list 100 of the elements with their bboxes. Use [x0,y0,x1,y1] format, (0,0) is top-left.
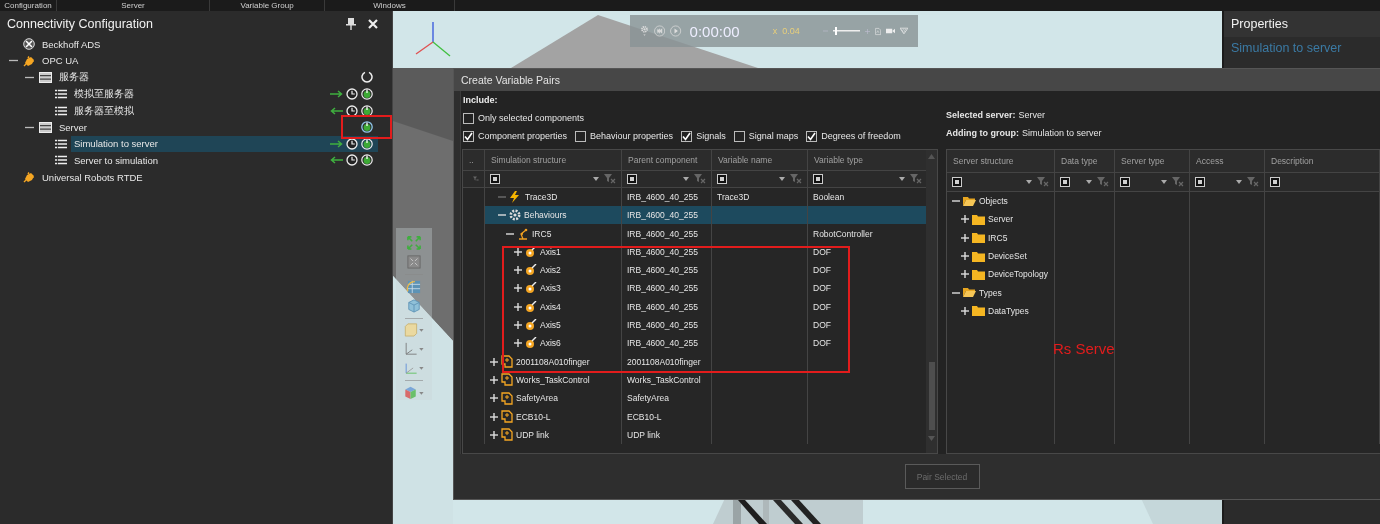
tree-item[interactable]: Simulation to server [71,135,378,152]
expand-icon[interactable] [489,375,498,384]
column-header[interactable]: Server type [1115,150,1190,172]
panel-title: Connectivity Configuration [7,16,154,31]
clear-filter-icon[interactable] [1247,177,1259,187]
caret-icon[interactable] [1026,180,1032,184]
column-header[interactable]: Parent component [622,150,712,170]
expand-icon[interactable] [489,430,498,439]
caret-icon[interactable] [1236,180,1242,184]
clear-filter-icon[interactable] [790,173,802,184]
expand-icon[interactable] [513,321,522,330]
clear-filter-icon[interactable] [1037,177,1049,187]
checkbox[interactable] [806,130,818,142]
table-row[interactable]: Axis4 IRB_4600_40_255 DOF [463,297,926,316]
tools-icon [23,38,35,51]
tree-item[interactable]: 服务器至模拟 [71,102,378,119]
expand-icon[interactable] [960,233,969,242]
tree-item[interactable]: OPC UA [39,52,378,69]
table-row[interactable]: Axis6 IRB_4600_40_255 DOF [463,334,926,353]
column-header[interactable]: .. [463,150,485,170]
joint-icon [525,337,537,350]
tree-item[interactable]: 服务器 [56,69,378,86]
table-cell: SafetyArea [627,393,670,404]
expand-icon[interactable] [513,247,522,256]
expand-icon[interactable] [513,284,522,293]
caret-icon[interactable] [1086,180,1092,184]
clear-filter-icon[interactable] [910,173,922,184]
table-row[interactable]: Axis3 IRB_4600_40_255 DOF [463,279,926,298]
checkbox[interactable] [463,130,474,142]
table-row[interactable]: Behaviours IRB_4600_40_255 [463,206,926,225]
caret-icon[interactable] [683,176,689,181]
expand-icon[interactable] [960,306,969,315]
column-header[interactable]: Simulation structure [485,150,622,170]
column-header[interactable]: Description [1265,150,1380,172]
expand-icon[interactable] [960,215,969,224]
table-cell: DOF [813,320,831,331]
joint-icon [525,300,537,313]
filter-checkbox[interactable] [627,173,637,184]
folder-icon [972,305,985,317]
column-header[interactable]: Access [1190,150,1265,172]
tree-item[interactable]: 模拟至服务器 [71,86,378,103]
tree-node-label: DeviceTopology [988,269,1048,280]
expand-icon[interactable] [513,302,522,311]
filter-checkbox[interactable] [1120,177,1130,187]
table-cell: ECB10-L [627,411,662,422]
expand-icon[interactable] [489,357,498,366]
checkbox[interactable] [463,112,474,124]
table-row[interactable]: ECB10-L ECB10-L [463,407,926,426]
tree-node-label: UDP link [516,429,549,440]
clock-icon[interactable] [346,137,358,150]
expand-icon[interactable] [513,339,522,348]
filter-checkbox[interactable] [813,173,823,184]
checkbox[interactable] [575,130,587,142]
filter-checkbox[interactable] [1060,177,1070,187]
filter-checkbox[interactable] [490,173,500,184]
filter-checkbox[interactable] [717,173,727,184]
checkbox[interactable] [733,130,745,142]
tree-item[interactable]: Server to simulation [71,152,378,169]
column-header[interactable]: Variable name [712,150,808,170]
slider-thumb[interactable] [834,27,837,35]
tree-item[interactable]: Server [56,119,378,136]
table-cell: DOF [813,283,831,294]
pin-icon[interactable] [346,17,356,30]
expand-icon[interactable] [513,266,522,275]
filter-checkbox[interactable] [952,177,962,187]
column-header[interactable]: Data type [1055,150,1115,172]
expand-icon[interactable] [960,252,969,261]
component-icon [501,410,513,424]
caret-icon[interactable] [1161,180,1167,184]
field-value: Server [1018,110,1046,120]
power-icon[interactable] [361,121,373,134]
expand-icon[interactable] [489,412,498,421]
filter-checkbox[interactable] [1195,177,1205,187]
table-cell: Works_TaskControl [627,374,701,385]
clock-icon[interactable] [346,154,358,167]
option-label: Behaviour properties [590,131,674,141]
clear-filter-icon[interactable] [1172,177,1184,187]
color-cube-icon[interactable] [402,386,426,400]
close-icon[interactable] [368,18,378,29]
expand-icon[interactable] [960,270,969,279]
clear-filter-icon[interactable] [1097,177,1109,187]
panel-title: Properties [1231,17,1288,31]
caret-icon[interactable] [779,176,785,181]
clear-filter-icon[interactable] [694,173,706,184]
caret-icon[interactable] [593,176,599,181]
tree-node-label: Axis1 [540,246,561,257]
checkbox[interactable] [681,130,693,142]
clock-icon[interactable] [346,104,358,117]
time-display: 0:00:00 [689,22,740,40]
clock-icon[interactable] [346,88,358,101]
column-header[interactable]: Server structure [947,150,1055,172]
table-row[interactable]: IRC5 IRB_4600_40_255 RobotController [463,224,926,243]
filter-checkbox[interactable] [1270,177,1280,187]
caret-icon[interactable] [899,176,905,181]
ring-icon[interactable] [361,71,373,84]
tree-item[interactable]: Universal Robots RTDE [39,169,378,186]
expand-icon[interactable] [489,394,498,403]
clear-filter-icon[interactable] [604,173,616,184]
tree-item[interactable]: Beckhoff ADS [39,36,378,53]
table-row[interactable]: UDP link UDP link [463,425,926,444]
